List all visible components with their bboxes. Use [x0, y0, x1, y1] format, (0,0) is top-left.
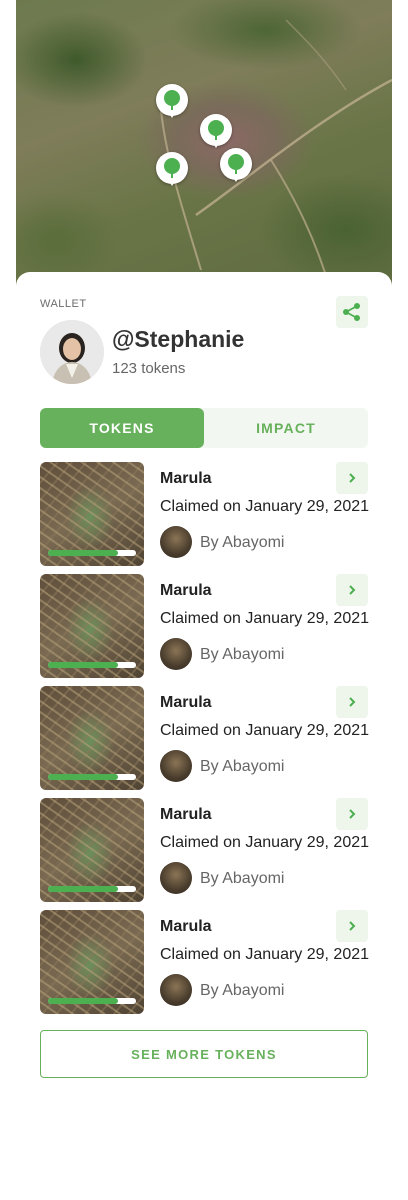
- tree-photo: [40, 574, 144, 678]
- species-name: Marula: [160, 694, 212, 711]
- species-name: Marula: [160, 918, 212, 935]
- species-name: Marula: [160, 806, 212, 823]
- token-card[interactable]: Marula Claimed on January 29, 2021 By Ab…: [40, 798, 370, 902]
- wallet-sheet: WALLET @Stephanie 123 tokens TOKENS IMPA…: [16, 272, 392, 1200]
- planter-avatar: [160, 750, 192, 782]
- token-count: 123 tokens: [112, 360, 186, 377]
- claimed-date: Claimed on January 29, 2021: [160, 722, 370, 739]
- tab-bar: TOKENS IMPACT: [40, 408, 368, 448]
- token-card[interactable]: Marula Claimed on January 29, 2021 By Ab…: [40, 462, 370, 566]
- open-token-button[interactable]: [336, 798, 368, 830]
- planter-name: By Abayomi: [200, 870, 285, 887]
- progress-fill: [48, 774, 119, 780]
- map-view[interactable]: [16, 0, 392, 292]
- tree-photo: [40, 462, 144, 566]
- progress-fill: [48, 662, 119, 668]
- planter-name: By Abayomi: [200, 982, 285, 999]
- username: @Stephanie: [112, 326, 245, 352]
- progress-fill: [48, 550, 119, 556]
- tab-impact[interactable]: IMPACT: [204, 408, 368, 448]
- progress-bar: [48, 886, 136, 892]
- open-token-button[interactable]: [336, 574, 368, 606]
- wallet-label: WALLET: [40, 298, 87, 310]
- share-icon: [343, 303, 360, 321]
- species-name: Marula: [160, 582, 212, 599]
- chevron-right-icon: [349, 921, 356, 931]
- tree-icon: [228, 154, 244, 174]
- open-token-button[interactable]: [336, 462, 368, 494]
- claimed-date: Claimed on January 29, 2021: [160, 946, 370, 963]
- species-name: Marula: [160, 470, 212, 487]
- progress-bar: [48, 774, 136, 780]
- see-more-tokens-button[interactable]: SEE MORE TOKENS: [40, 1030, 368, 1078]
- claimed-date: Claimed on January 29, 2021: [160, 498, 370, 515]
- tree-photo: [40, 798, 144, 902]
- tree-icon: [208, 120, 224, 140]
- planter-name: By Abayomi: [200, 646, 285, 663]
- tree-pin[interactable]: [220, 148, 252, 188]
- share-button[interactable]: [336, 296, 368, 328]
- tree-icon: [164, 90, 180, 110]
- progress-fill: [48, 886, 119, 892]
- chevron-right-icon: [349, 809, 356, 819]
- planter-name: By Abayomi: [200, 758, 285, 775]
- tree-pin[interactable]: [156, 152, 188, 192]
- avatar: [40, 320, 104, 384]
- planter-avatar: [160, 526, 192, 558]
- progress-bar: [48, 662, 136, 668]
- planter-avatar: [160, 974, 192, 1006]
- progress-bar: [48, 998, 136, 1004]
- tree-photo: [40, 686, 144, 790]
- token-card[interactable]: Marula Claimed on January 29, 2021 By Ab…: [40, 574, 370, 678]
- token-card[interactable]: Marula Claimed on January 29, 2021 By Ab…: [40, 686, 370, 790]
- open-token-button[interactable]: [336, 910, 368, 942]
- progress-fill: [48, 998, 119, 1004]
- chevron-right-icon: [349, 473, 356, 483]
- chevron-right-icon: [349, 697, 356, 707]
- tab-tokens[interactable]: TOKENS: [40, 408, 204, 448]
- open-token-button[interactable]: [336, 686, 368, 718]
- progress-bar: [48, 550, 136, 556]
- tree-photo: [40, 910, 144, 1014]
- claimed-date: Claimed on January 29, 2021: [160, 834, 370, 851]
- tree-icon: [164, 158, 180, 178]
- token-card[interactable]: Marula Claimed on January 29, 2021 By Ab…: [40, 910, 370, 1014]
- planter-name: By Abayomi: [200, 534, 285, 551]
- chevron-right-icon: [349, 585, 356, 595]
- tree-pin[interactable]: [156, 84, 188, 124]
- claimed-date: Claimed on January 29, 2021: [160, 610, 370, 627]
- planter-avatar: [160, 638, 192, 670]
- planter-avatar: [160, 862, 192, 894]
